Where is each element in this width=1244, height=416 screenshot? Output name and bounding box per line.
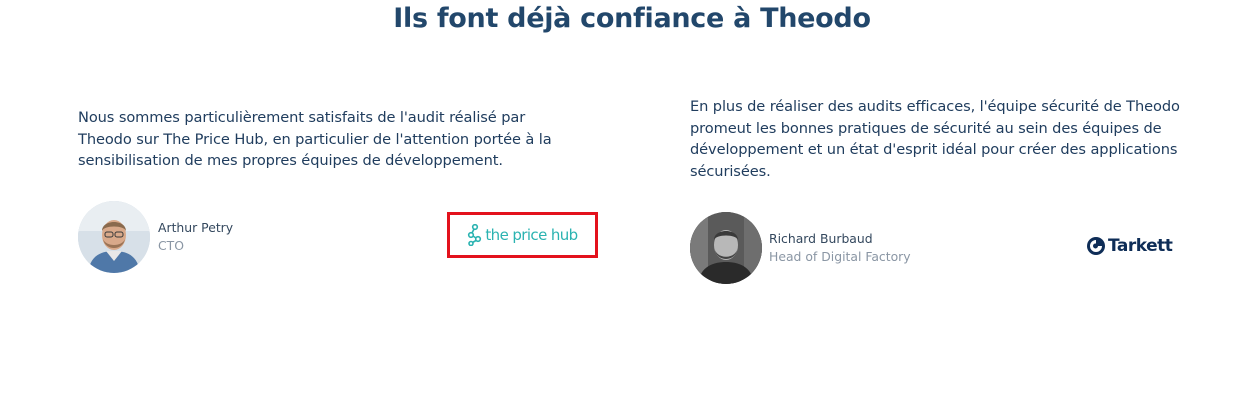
section-title: Ils font déjà confiance à Theodo bbox=[393, 3, 871, 34]
the-price-hub-logo-highlight: the price hub bbox=[447, 212, 598, 258]
avatar-richard-burbaud bbox=[690, 212, 762, 284]
logo-text: the price hub bbox=[485, 226, 578, 244]
testimonial-author-name: Richard Burbaud bbox=[769, 231, 873, 246]
person-photo-icon bbox=[690, 212, 762, 284]
the-price-hub-logo: the price hub bbox=[467, 224, 578, 246]
testimonial-author-role: CTO bbox=[158, 238, 184, 253]
network-nodes-icon bbox=[468, 224, 482, 246]
logo-text: Tarkett bbox=[1108, 236, 1173, 256]
testimonial-quote-tarkett: En plus de réaliser des audits efficaces… bbox=[690, 98, 1180, 180]
avatar-arthur-petry bbox=[78, 201, 150, 273]
person-photo-icon bbox=[78, 201, 150, 273]
tarkett-logo: Tarkett bbox=[1086, 236, 1173, 256]
testimonial-author-name: Arthur Petry bbox=[158, 220, 234, 235]
testimonial-author-role: Head of Digital Factory bbox=[769, 249, 911, 264]
testimonial-quote-the-price-hub: Nous sommes particulièrement satisfaits … bbox=[78, 109, 552, 169]
tarkett-emblem-icon bbox=[1087, 237, 1105, 255]
